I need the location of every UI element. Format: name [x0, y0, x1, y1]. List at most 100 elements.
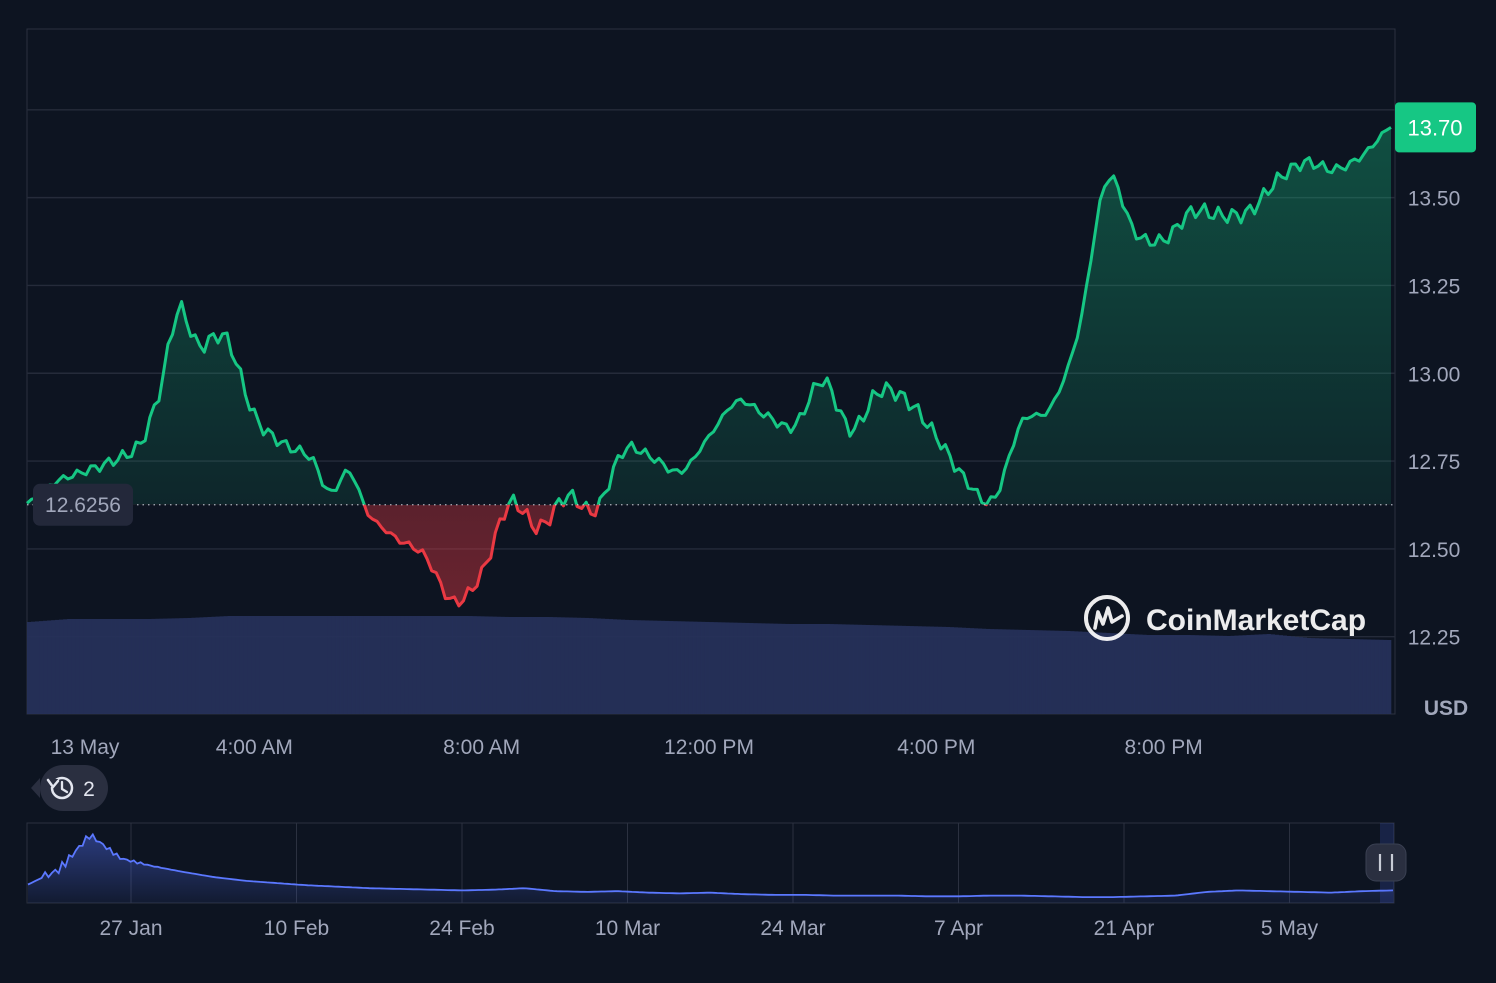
volume-bar — [55, 619, 60, 714]
volume-bar — [331, 616, 337, 714]
volume-bar — [1154, 635, 1159, 714]
volume-bar — [127, 619, 132, 714]
volume-bar — [913, 626, 918, 714]
volume-bar — [893, 625, 898, 714]
volume-bar — [1382, 639, 1388, 714]
y-tick-label: 12.75 — [1408, 451, 1461, 474]
volume-bar — [905, 625, 910, 714]
volume-bar — [745, 622, 750, 714]
volume-bar — [925, 626, 930, 714]
volume-bar — [676, 621, 682, 714]
volume-bar — [223, 616, 228, 714]
volume-bar — [656, 620, 662, 714]
volume-bar — [789, 624, 794, 714]
volume-bar — [833, 624, 838, 714]
volume-bar — [59, 619, 64, 714]
volume-bar — [347, 616, 353, 714]
volume-bar — [556, 617, 561, 714]
volume-bar — [388, 616, 393, 714]
volume-bar — [568, 617, 573, 714]
volume-bar — [1017, 629, 1023, 714]
volume-bar — [271, 616, 277, 714]
x-tick-label: 8:00 AM — [443, 736, 520, 759]
x-axis-ticks: 13 May 4:00 AM 8:00 AM 12:00 PM 4:00 PM 8:00 … — [51, 736, 1203, 759]
volume-bar — [1025, 629, 1031, 714]
volume-bar — [215, 616, 220, 714]
volume-bar — [997, 629, 1003, 714]
volume-bar — [436, 616, 441, 714]
volume-bar — [709, 622, 714, 714]
y-tick-label: 13.25 — [1408, 275, 1461, 298]
volume-bar — [107, 619, 112, 714]
volume-bar — [592, 618, 597, 714]
volume-bar — [861, 624, 866, 714]
volume-bar — [392, 616, 397, 714]
volume-bar — [1190, 635, 1195, 714]
volume-bar — [805, 624, 810, 714]
volume-bar — [396, 616, 401, 714]
volume-bar — [131, 619, 136, 714]
volume-bar — [644, 620, 650, 714]
volume-bar — [636, 620, 642, 714]
volume-bar — [139, 619, 144, 714]
volume-bar — [1346, 638, 1352, 714]
volume-bar — [1318, 638, 1324, 714]
volume-bar — [917, 626, 922, 714]
volume-bar — [311, 616, 317, 714]
volume-bar — [63, 619, 68, 714]
volume-bar — [536, 617, 541, 714]
volume-bar — [243, 616, 248, 714]
volume-bar — [279, 616, 285, 714]
history-button[interactable]: 2 — [31, 765, 108, 811]
volume-bar — [259, 616, 264, 714]
volume-bar — [119, 619, 124, 714]
volume-bar — [416, 616, 421, 714]
volume-bar — [696, 621, 702, 714]
volume-bar — [480, 616, 485, 714]
volume-bar — [945, 626, 951, 714]
volume-bar — [1222, 635, 1227, 714]
volume-bar — [628, 620, 634, 714]
volume-bar — [1158, 635, 1163, 714]
volume-bar — [291, 616, 297, 714]
volume-bar — [39, 621, 44, 714]
y-tick-label: 12.25 — [1408, 627, 1461, 650]
volume-bar — [327, 616, 333, 714]
volume-bar — [624, 619, 630, 714]
volume-bar — [79, 619, 84, 714]
volume-bar — [103, 619, 108, 714]
volume-bar — [488, 616, 493, 714]
volume-bar — [921, 626, 926, 714]
volume-bar — [1045, 630, 1051, 714]
volume-bar — [560, 617, 565, 714]
volume-bar — [187, 617, 192, 714]
volume-bar — [604, 618, 610, 714]
volume-bar — [464, 616, 469, 714]
volume-bar — [408, 616, 413, 714]
volume-bar — [307, 616, 313, 714]
volume-bar — [440, 616, 445, 714]
price-chart: 12.6256 13.70 12.25 12.50 12.75 13.00 13.25 1… — [0, 0, 1496, 978]
volume-bar — [412, 616, 417, 714]
volume-bar — [821, 624, 826, 714]
volume-bar — [1242, 635, 1247, 714]
volume-bar — [159, 618, 164, 714]
reference-price-badge: 12.6256 — [33, 483, 133, 526]
volume-bar — [227, 616, 232, 714]
volume-bar — [448, 616, 453, 714]
overview-x-tick-label: 24 Feb — [429, 917, 494, 940]
volume-bar — [1162, 635, 1167, 714]
volume-bar — [793, 624, 798, 714]
overview-x-ticks: 27 Jan 10 Feb 24 Feb 10 Mar 24 Mar 7 Apr 21 Ap… — [99, 917, 1318, 940]
volume-bar — [777, 623, 782, 714]
volume-bar — [1230, 635, 1235, 714]
range-handle[interactable] — [1365, 843, 1407, 882]
volume-bar — [524, 617, 529, 714]
volume-bar — [1186, 635, 1191, 714]
volume-bar — [877, 625, 882, 714]
chart-canvas: 12.6256 13.70 12.2512.5012.7513.0013.251… — [26, 28, 1476, 940]
volume-bar — [1066, 630, 1071, 714]
volume-bar — [1182, 635, 1187, 714]
volume-bar — [949, 627, 955, 714]
volume-bar — [71, 619, 76, 714]
